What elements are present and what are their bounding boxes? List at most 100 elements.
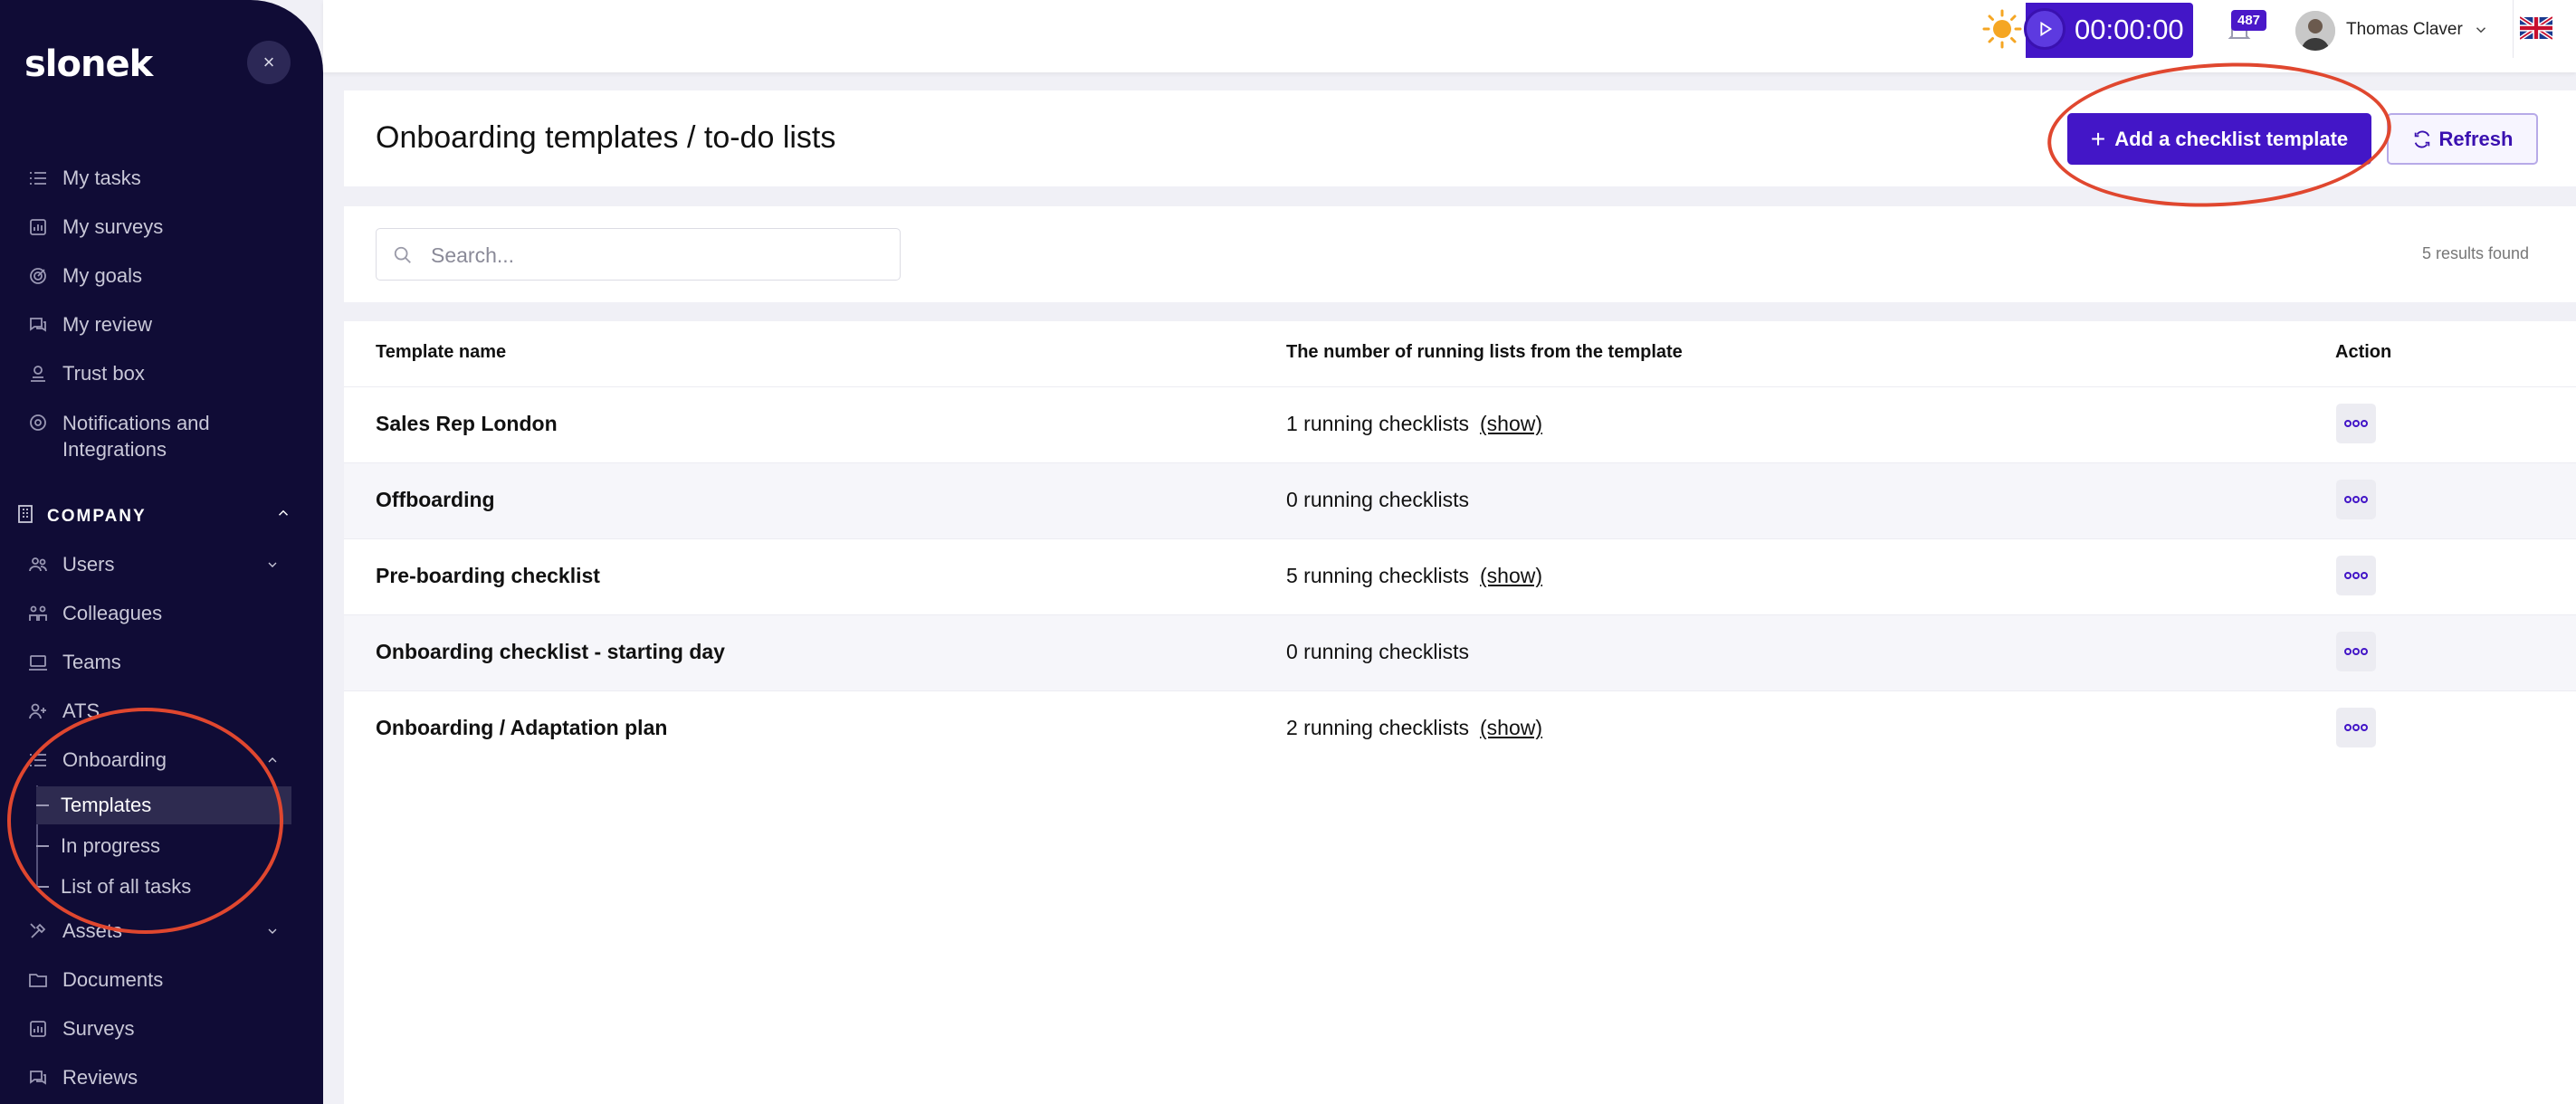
row-actions-button[interactable] [2336,556,2376,595]
row-actions-button[interactable] [2336,404,2376,443]
more-icon [2344,724,2368,731]
sidebar-item-documents[interactable]: Documents [25,967,163,993]
folder-icon [25,967,51,993]
sidebar-item-label: My review [62,313,153,336]
notification-count-badge: 487 [2231,10,2267,31]
trust-box-icon [25,361,51,386]
show-link[interactable]: (show) [1480,412,1542,435]
onboarding-icon [25,747,51,773]
survey-icon [25,214,51,240]
search-icon [394,246,411,263]
template-name[interactable]: Onboarding checklist - starting day [376,640,725,664]
uk-flag-icon[interactable] [2520,16,2552,40]
gear-icon [25,410,51,435]
users-icon [25,552,51,577]
sidebar-item-label: My surveys [62,215,164,238]
sidebar-item-onboarding[interactable]: Onboarding [25,747,167,773]
sidebar-item-label: My goals [62,264,143,287]
refresh-button[interactable]: Refresh [2387,113,2538,165]
sidebar-subitem-in-progress[interactable]: In progress [36,834,160,858]
page-title: Onboarding templates / to-do lists [376,120,836,155]
sidebar-item-trust-box[interactable]: Trust box [25,361,145,386]
colleagues-icon [25,601,51,626]
more-icon [2344,496,2368,503]
refresh-icon [2414,130,2429,148]
sidebar-item-label: Users [62,553,115,576]
sidebar-item-users[interactable]: Users [25,552,114,577]
column-header-template-name: Template name [376,342,507,362]
assets-icon [25,918,51,944]
avatar[interactable] [2295,11,2335,51]
teams-icon [25,650,51,675]
play-icon[interactable] [2024,8,2066,50]
sidebar-item-label: Documents [62,968,164,991]
search-box [376,228,901,281]
sidebar-item-label: Colleagues [62,602,163,624]
sidebar-item-colleagues[interactable]: Colleagues [25,601,162,626]
survey-icon [25,1016,51,1042]
chevron-up-icon[interactable] [265,753,280,767]
logo[interactable]: slonek [24,43,153,85]
show-link[interactable]: (show) [1480,716,1542,739]
close-sidebar-button[interactable]: × [247,41,291,84]
more-icon [2344,648,2368,655]
sidebar-item-label: ATS [62,700,100,722]
row-actions-button[interactable] [2336,480,2376,519]
column-header-running-lists: The number of running lists from the tem… [1286,342,1683,362]
sidebar-item-reviews[interactable]: Reviews [25,1065,138,1090]
review-icon [25,312,51,338]
column-header-action: Action [2335,342,2392,362]
running-count: 0 running checklists [1286,488,1469,511]
sidebar-item-label: Surveys [62,1017,135,1040]
chevron-down-icon[interactable] [2473,22,2489,43]
sidebar-item-my-goals[interactable]: My goals [25,263,142,289]
sidebar-item-ats[interactable]: ATS [25,699,100,724]
more-icon [2344,572,2368,579]
plus-icon: + [2090,124,2106,153]
sidebar-item-notifications[interactable]: Notifications and Integrations [25,410,210,462]
tasks-icon [25,166,51,191]
row-actions-button[interactable] [2336,708,2376,747]
sidebar-subitem-templates[interactable]: Templates [36,786,291,824]
sidebar-item-my-tasks[interactable]: My tasks [25,166,141,191]
ats-icon [25,699,51,724]
running-count: 0 running checklists [1286,640,1469,663]
building-icon [14,503,47,530]
sidebar-item-teams[interactable]: Teams [25,650,121,675]
user-name[interactable]: Thomas Claver [2346,20,2463,40]
sidebar-item-assets[interactable]: Assets [25,918,122,944]
sidebar-subitem-all-tasks[interactable]: List of all tasks [36,875,191,899]
results-count: 5 results found [2422,244,2530,262]
timer-value: 00:00:00 [2075,14,2184,45]
sun-icon[interactable] [1981,8,2023,50]
show-link[interactable]: (show) [1480,564,1542,587]
review-icon [25,1065,51,1090]
sidebar-item-my-review[interactable]: My review [25,312,152,338]
sidebar-item-label: Onboarding [62,748,167,771]
template-name[interactable]: Sales Rep London [376,412,558,436]
chevron-up-icon[interactable] [275,505,291,526]
more-icon [2344,420,2368,427]
template-name[interactable]: Pre-boarding checklist [376,564,600,588]
row-actions-button[interactable] [2336,632,2376,671]
sidebar-item-my-surveys[interactable]: My surveys [25,214,163,240]
add-checklist-template-button[interactable]: + Add a checklist template [2067,113,2371,165]
sidebar-item-label: Assets [62,919,123,942]
chevron-down-icon[interactable] [265,924,280,938]
sidebar-item-label: Trust box [62,362,145,385]
sidebar-item-label: Notifications and Integrations [62,412,210,461]
sidebar-item-label: Teams [62,651,121,673]
sidebar: slonek × My tasks My surveys My goals My… [0,0,323,1104]
company-section-header[interactable]: COMPANY [14,503,147,530]
sidebar-item-label: Reviews [62,1066,138,1089]
divider [2513,0,2514,58]
running-count: 2 running checklists (show) [1286,716,1543,739]
template-name[interactable]: Offboarding [376,488,495,512]
goals-icon [25,263,51,289]
sidebar-item-label: My tasks [62,167,141,189]
running-count: 5 running checklists (show) [1286,564,1543,587]
template-name[interactable]: Onboarding / Adaptation plan [376,716,667,740]
search-input[interactable] [431,240,883,271]
chevron-down-icon[interactable] [265,557,280,572]
sidebar-item-surveys[interactable]: Surveys [25,1016,134,1042]
